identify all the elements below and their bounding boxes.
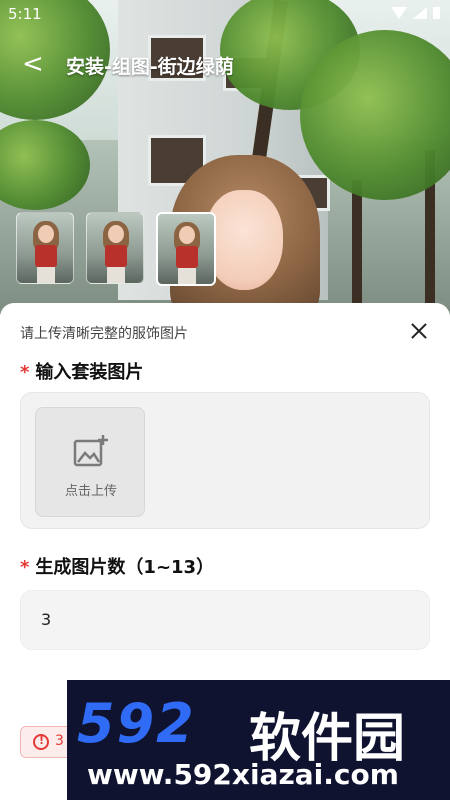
count-label: * 生成图片数（1~13） — [20, 553, 214, 579]
thumbnail-look-1[interactable] — [16, 212, 74, 284]
thumb-top — [105, 245, 127, 267]
thumb-pants — [107, 267, 125, 283]
image-count-value: 3 — [41, 610, 52, 629]
hero-photo: 5:11 < 安装-组图-街边绿荫 — [0, 0, 450, 315]
thumb-top — [176, 246, 198, 268]
back-button[interactable]: < — [22, 48, 44, 80]
signal-icon — [413, 7, 427, 19]
add-image-icon — [73, 435, 108, 467]
thumb-pants — [37, 267, 55, 283]
thumb-pants — [178, 268, 196, 284]
watermark-logo: 592 软件园 www.592xiazai.com — [67, 680, 450, 800]
thumb-face — [108, 225, 124, 243]
outfit-label: * 输入套装图片 — [20, 358, 143, 384]
status-icons — [391, 7, 440, 19]
outfit-upload-area: 点击上传 — [20, 392, 430, 529]
status-time: 5:11 — [8, 5, 42, 23]
battery-icon — [433, 7, 440, 19]
thumbnail-strip — [16, 212, 216, 286]
thumbnail-look-3-selected[interactable] — [156, 212, 216, 286]
required-mark: * — [20, 557, 30, 578]
upload-button[interactable]: 点击上传 — [35, 407, 145, 517]
count-label-text: 生成图片数（1~13） — [35, 557, 215, 578]
page-title: 安装-组图-街边绿荫 — [66, 56, 234, 78]
thumb-face — [179, 226, 195, 244]
wifi-icon — [391, 7, 407, 19]
required-mark: * — [20, 362, 30, 383]
upload-label: 点击上传 — [64, 484, 117, 499]
watermark-url: www.592xiazai.com — [87, 758, 399, 791]
alert-icon — [33, 734, 49, 750]
model-face — [205, 190, 283, 290]
tree-trunk — [352, 180, 362, 305]
close-icon[interactable] — [404, 317, 434, 347]
outfit-label-text: 输入套装图片 — [35, 362, 144, 383]
thumb-top — [35, 245, 57, 267]
image-count-input[interactable]: 3 — [20, 590, 430, 650]
sheet-hint: 请上传清晰完整的服饰图片 — [20, 326, 188, 342]
thumb-face — [38, 225, 54, 243]
warning-text: 3 — [55, 733, 64, 749]
thumbnail-look-2[interactable] — [86, 212, 144, 284]
watermark-number: 592 — [77, 692, 196, 755]
